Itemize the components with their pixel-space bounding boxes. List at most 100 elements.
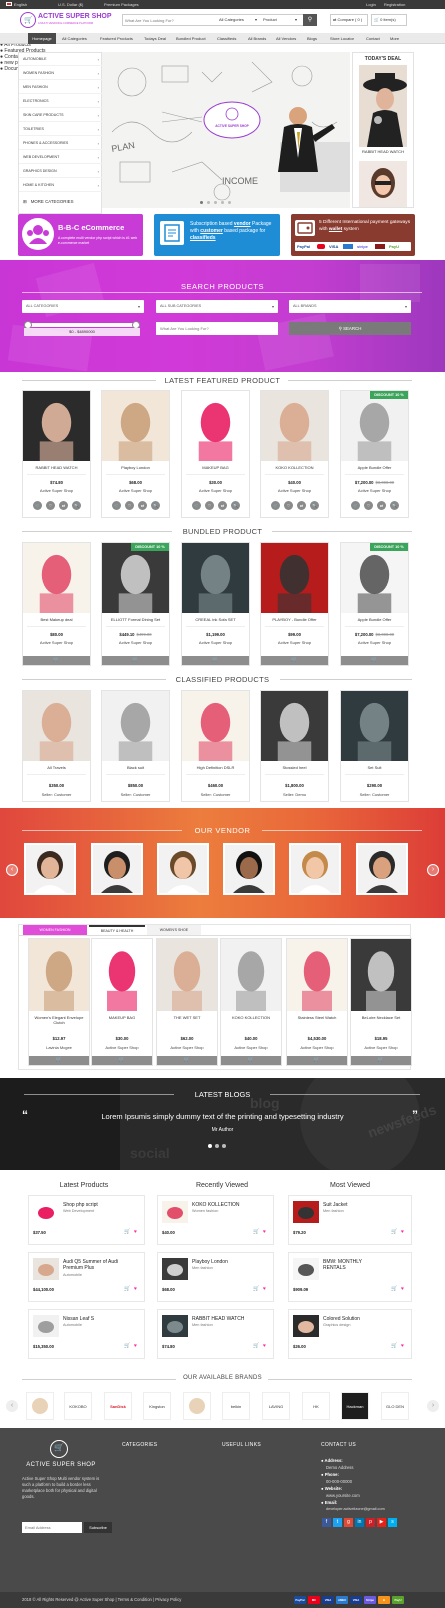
product-name[interactable]: ELLIOTT Formal Dining Set — [102, 617, 169, 622]
shop-name[interactable]: Active Super Shop — [221, 1045, 281, 1050]
logo-title[interactable]: ACTIVE SUPER SHOP — [38, 13, 112, 20]
wishlist-heart-icon[interactable]: ♥ — [263, 1343, 266, 1349]
nav-store-locator[interactable]: Store Locator — [330, 33, 354, 44]
add-to-cart-icon[interactable]: 🛒 — [253, 1229, 259, 1235]
shop-name[interactable]: Active Super Shop — [92, 1045, 152, 1050]
tab-product-card[interactable]: BeLoire Necklace Set $18.95 Active Super S… — [350, 938, 412, 1066]
add-to-cart-icon[interactable]: 🛒 — [391, 1343, 397, 1349]
vendor-next-button[interactable]: › — [427, 864, 439, 876]
vendor-prev-button[interactable]: ‹ — [6, 864, 18, 876]
shop-name[interactable]: Active Super Shop — [341, 488, 408, 493]
product-name[interactable]: KOKO KOLLECTION — [221, 1015, 281, 1020]
wishlist-heart-icon[interactable]: ♥ — [263, 1229, 266, 1235]
shop-name[interactable]: Active Super Shop — [261, 488, 328, 493]
shop-name[interactable]: Active Super Shop — [287, 1045, 347, 1050]
sidebar-item-home-kitchen[interactable]: HOME & KITCHEN › — [19, 179, 103, 192]
nav-blogs[interactable]: Blogs — [307, 33, 317, 44]
shop-name[interactable]: Active Super Shop — [351, 1045, 411, 1050]
most-list-item[interactable]: Colored Solution Graphics design $26.00 🛒 ♥ — [288, 1309, 412, 1359]
add-to-cart-button[interactable]: 🛒 — [261, 656, 328, 665]
nav-all-categories[interactable]: All Categories — [62, 33, 87, 44]
sidebar-item-men-fashion[interactable]: MEN FASHION › — [19, 81, 103, 94]
product-name[interactable]: PLAYBOY - Bundle Offer — [261, 617, 328, 622]
product-name[interactable]: Suit Jacket — [323, 1202, 379, 1208]
add-to-cart-button[interactable]: 🛒 — [221, 1056, 281, 1065]
add-to-cart-button[interactable]: 🛒 — [23, 656, 90, 665]
product-image[interactable] — [261, 543, 328, 613]
bundled-product-card[interactable]: Best Makeup deal $80.00 Active Super Shop 🛒 — [22, 542, 91, 666]
product-name[interactable]: KOKO KOLLECTION — [261, 465, 328, 470]
quick-view-icon[interactable]: 🔍 — [231, 501, 240, 510]
add-to-cart-button[interactable]: 🛒 — [341, 656, 408, 665]
language-select[interactable]: English — [14, 0, 27, 9]
product-name[interactable]: THE WET SET — [157, 1015, 217, 1020]
product-image[interactable] — [261, 391, 328, 461]
shop-name[interactable]: Active Super Shop — [341, 640, 408, 645]
wishlist-icon[interactable]: ♡ — [46, 501, 55, 510]
shop-name[interactable]: Active Super Shop — [102, 488, 169, 493]
add-to-cart-icon[interactable]: 🛒 — [351, 501, 360, 510]
product-thumbnail[interactable] — [293, 1315, 319, 1337]
promo-banner-subscription[interactable]: Subscription based vendor Package with c… — [154, 214, 280, 256]
latest-list-item[interactable]: Audi Q5 Summer of Audi Premium Plus Autom… — [28, 1252, 145, 1302]
wishlist-heart-icon[interactable]: ♥ — [401, 1229, 404, 1235]
wishlist-heart-icon[interactable]: ♥ — [134, 1229, 137, 1235]
product-thumbnail[interactable] — [162, 1201, 188, 1223]
viewed-list-item[interactable]: KOKO KOLLECTION Women fashion $40.00 🛒 ♥ — [157, 1195, 274, 1245]
product-thumbnail[interactable] — [33, 1201, 59, 1223]
linkedin-icon[interactable]: in — [355, 1518, 364, 1527]
slider-dot[interactable] — [207, 201, 210, 204]
vendor-avatar[interactable] — [223, 843, 275, 895]
product-image[interactable] — [341, 391, 408, 461]
nav-featured-products[interactable]: Featured Products — [100, 33, 133, 44]
brand-logo[interactable]: LAVING — [262, 1392, 290, 1420]
shop-name[interactable]: Active Super Shop — [182, 488, 249, 493]
brand-filter-select[interactable]: ALL BRANDS ▾ — [289, 300, 411, 313]
product-thumbnail[interactable] — [162, 1258, 188, 1280]
product-search-button[interactable]: ⚲ SEARCH — [289, 322, 411, 335]
shop-name[interactable]: Active Super Shop — [102, 640, 169, 645]
product-image[interactable] — [102, 691, 169, 761]
shop-name[interactable]: Active Super Shop — [157, 1045, 217, 1050]
bundled-product-card[interactable]: CREEAL ink Sofa SET $1,199.00 Active Super… — [181, 542, 250, 666]
product-image[interactable] — [23, 543, 90, 613]
tab-beauty-health[interactable]: BEAUTY & HEALTH — [89, 925, 145, 935]
product-name[interactable]: Apple Bundle Offer — [341, 465, 408, 470]
vendor-avatar[interactable] — [24, 843, 76, 895]
product-name[interactable]: High Definition DSLR — [182, 765, 249, 770]
quick-view-icon[interactable]: 🔍 — [151, 501, 160, 510]
compare-icon[interactable]: ⇄ — [377, 501, 386, 510]
shop-name[interactable]: Seller: Customer — [182, 792, 249, 797]
registration-link[interactable]: Registration — [384, 0, 405, 9]
vendor-avatar[interactable] — [289, 843, 341, 895]
wishlist-icon[interactable]: ♡ — [205, 501, 214, 510]
classified-product-card[interactable]: High Definition DSLR $460.00 Seller: Custo… — [181, 690, 250, 802]
featured-product-card[interactable]: MAKEUP BAG $30.00 Active Super Shop 🛒 ♡ ⇄ 🔍 — [181, 390, 250, 518]
add-to-cart-icon[interactable]: 🛒 — [124, 1343, 130, 1349]
subscribe-button[interactable]: Subscribe — [84, 1522, 112, 1533]
product-name[interactable]: Colored Solution — [323, 1316, 379, 1322]
nav-more[interactable]: More — [390, 33, 399, 44]
most-list-item[interactable]: BMW: MONTHLY RENTALS $909.09 🛒 ♥ — [288, 1252, 412, 1302]
brand-logo[interactable]: Kingston — [143, 1392, 171, 1420]
todays-deal-image-2[interactable] — [359, 161, 407, 207]
product-name[interactable]: Women's Elegant Envelope Clutch — [29, 1015, 89, 1025]
most-list-item[interactable]: Suit Jacket Men fashion $79.20 🛒 ♥ — [288, 1195, 412, 1245]
product-image[interactable] — [182, 391, 249, 461]
wishlist-heart-icon[interactable]: ♥ — [401, 1343, 404, 1349]
product-image[interactable] — [102, 543, 169, 613]
product-name[interactable]: RABBIT HEAD WATCH — [192, 1316, 248, 1322]
add-to-cart-button[interactable]: 🛒 — [157, 1056, 217, 1065]
viewed-list-item[interactable]: Playboy London Men fashion $68.00 🛒 ♥ — [157, 1252, 274, 1302]
product-thumbnail[interactable] — [33, 1315, 59, 1337]
classified-product-card[interactable]: All Travels $350.00 Seller: Customer — [22, 690, 91, 802]
bundled-product-card[interactable]: DISCOUNT 10 % ELLIOTT Formal Dining Set $4… — [101, 542, 170, 666]
brand-logo[interactable]: Hackman — [341, 1392, 369, 1420]
nav-bundled-product[interactable]: Bundled Product — [176, 33, 206, 44]
product-image[interactable] — [341, 543, 408, 613]
sidebar-item-phones[interactable]: PHONES & ACCESSORIES › — [19, 137, 103, 150]
wishlist-icon[interactable]: ♡ — [125, 501, 134, 510]
type-select[interactable]: Product — [263, 15, 277, 25]
add-to-cart-icon[interactable]: 🛒 — [253, 1286, 259, 1292]
login-link[interactable]: Login — [366, 0, 376, 9]
